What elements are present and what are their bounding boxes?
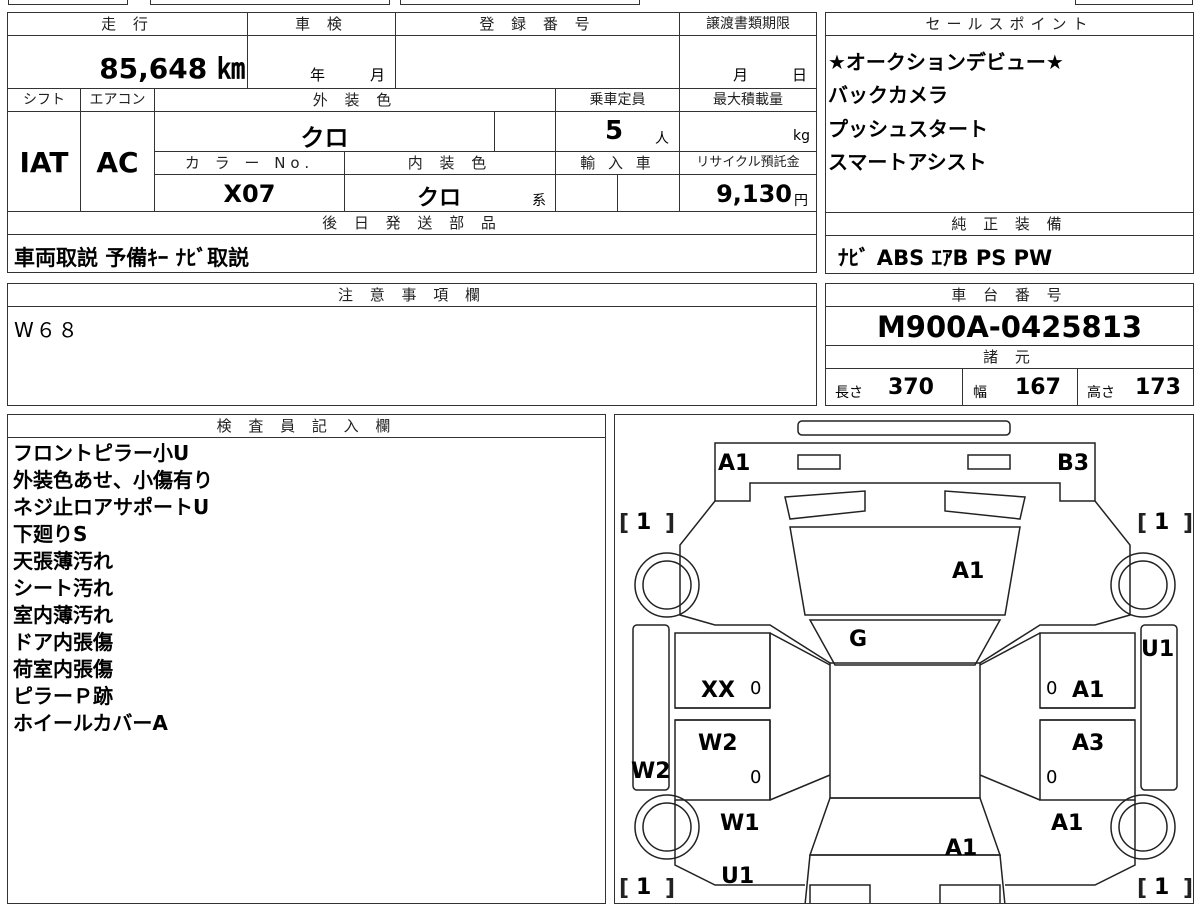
inspection-label: 車 検 bbox=[295, 15, 348, 33]
svg-text:]: ] bbox=[1183, 876, 1193, 901]
damage-mark-door-front-left: XX bbox=[701, 678, 735, 703]
inspector-line: ホイールカバーA bbox=[13, 711, 168, 735]
inspector-line: フロントピラー小U bbox=[13, 441, 190, 465]
ac-label: エアコン bbox=[89, 92, 146, 108]
zero-mark: 0 bbox=[750, 767, 762, 788]
later-parts-value: 車両取説 予備ｷｰ ﾅﾋﾞ取説 bbox=[14, 246, 250, 270]
damage-mark-hood: A1 bbox=[952, 559, 985, 584]
equipment-label: 純 正 装 備 bbox=[951, 215, 1068, 233]
svg-text:]: ] bbox=[665, 876, 675, 901]
color-no-label: カ ラ ー No. bbox=[184, 154, 315, 172]
sales-point-item: バックカメラ bbox=[828, 83, 948, 107]
mileage-value: 85,648 ㎞ bbox=[99, 52, 245, 85]
damage-mark-front-left: A1 bbox=[718, 451, 751, 476]
tire-mark-rear-right: 1 bbox=[1154, 875, 1170, 900]
interior-color-value: クロ bbox=[416, 186, 461, 211]
sales-point-item: プッシュスタート bbox=[828, 117, 988, 141]
inspector-line: ネジ止ロアサポートU bbox=[13, 495, 210, 519]
specs-label: 諸 元 bbox=[983, 348, 1036, 366]
interior-color-label: 内 装 色 bbox=[407, 154, 493, 172]
interior-color-unit: 系 bbox=[532, 193, 546, 209]
inspector-line: 荷室内張傷 bbox=[13, 657, 113, 681]
notes-value: W６８ bbox=[14, 318, 80, 342]
height-label: 高さ bbox=[1087, 385, 1115, 401]
damage-mark-right-side: U1 bbox=[1141, 637, 1175, 662]
zero-mark: 0 bbox=[750, 678, 762, 699]
max-load-label: 最大積載量 bbox=[713, 92, 783, 108]
width-label: 幅 bbox=[973, 385, 987, 401]
inspector-line: ピラーＰ跡 bbox=[13, 684, 113, 708]
capacity-value: 5 bbox=[605, 116, 624, 146]
ac-value: AC bbox=[96, 146, 139, 179]
sales-point-item: スマートアシスト bbox=[828, 150, 987, 174]
inspector-line: シート汚れ bbox=[13, 576, 113, 600]
inspector-line: 天張薄汚れ bbox=[13, 549, 113, 573]
mileage-label: 走 行 bbox=[101, 15, 154, 33]
damage-mark-rear-left: W1 bbox=[720, 811, 760, 836]
exterior-color-label: 外 装 色 bbox=[312, 91, 398, 109]
recycle-label: リサイクル預託金 bbox=[696, 155, 800, 170]
later-parts-label: 後 日 発 送 部 品 bbox=[322, 214, 502, 232]
capacity-label: 乗車定員 bbox=[589, 92, 646, 108]
inspector-line: ドア内張傷 bbox=[13, 630, 113, 654]
inspector-label: 検 査 員 記 入 欄 bbox=[216, 417, 397, 435]
damage-mark-front-right: B3 bbox=[1057, 451, 1090, 476]
shift-value: IAT bbox=[19, 146, 69, 179]
chassis-number: M900A-0425813 bbox=[876, 310, 1143, 344]
length-value: 370 bbox=[888, 375, 934, 400]
damage-mark-windshield: G bbox=[849, 627, 868, 652]
import-label: 輸 入 車 bbox=[580, 154, 655, 172]
svg-text:]: ] bbox=[665, 511, 675, 536]
transfer-deadline-label: 譲渡書類期限 bbox=[706, 16, 790, 32]
svg-text:]: ] bbox=[1183, 511, 1193, 536]
zero-mark: 0 bbox=[1046, 678, 1058, 699]
color-no-value: X07 bbox=[223, 180, 276, 208]
notes-label: 注 意 事 項 欄 bbox=[337, 286, 487, 304]
transfer-month: 月 bbox=[733, 66, 749, 84]
capacity-unit: 人 bbox=[655, 131, 669, 147]
top-strip bbox=[0, 0, 1200, 6]
damage-mark-left-side: W2 bbox=[631, 759, 671, 784]
width-value: 167 bbox=[1015, 375, 1061, 400]
recycle-unit: 円 bbox=[794, 193, 808, 209]
damage-mark-door-rear-right: A3 bbox=[1072, 731, 1105, 756]
registration-label: 登 録 番 号 bbox=[479, 15, 596, 33]
inspection-year: 年 bbox=[310, 66, 326, 84]
svg-text:[: [ bbox=[619, 511, 629, 536]
svg-text:[: [ bbox=[1137, 876, 1147, 901]
zero-mark: 0 bbox=[1046, 767, 1058, 788]
tire-mark-rear-left: 1 bbox=[636, 875, 652, 900]
sales-points-label: セールスポイント bbox=[925, 15, 1094, 33]
length-label: 長さ bbox=[835, 385, 863, 401]
equipment-value: ﾅﾋﾞ ABS ｴｱB PS PW bbox=[838, 246, 1053, 270]
damage-mark-bottom-left: U1 bbox=[721, 864, 755, 889]
height-value: 173 bbox=[1135, 375, 1181, 400]
damage-mark-rear-center: A1 bbox=[945, 836, 978, 861]
inspector-line: 外装色あせ、小傷有り bbox=[13, 468, 213, 492]
chassis-label: 車 台 番 号 bbox=[951, 286, 1068, 304]
recycle-value: 9,130 bbox=[716, 180, 792, 208]
inspector-line: 下廻りS bbox=[13, 522, 88, 546]
transfer-day: 日 bbox=[792, 66, 808, 84]
svg-text:[: [ bbox=[619, 876, 629, 901]
tire-mark-front-left: 1 bbox=[636, 510, 652, 535]
car-diagram: [] [] [] [] bbox=[619, 420, 1193, 903]
damage-mark-door-front-right: A1 bbox=[1072, 678, 1105, 703]
inspector-notes: フロントピラー小U 外装色あせ、小傷有り ネジ止ロアサポートU 下廻りS 天張薄… bbox=[13, 440, 213, 737]
damage-mark-door-rear-left: W2 bbox=[698, 731, 738, 756]
inspection-month: 月 bbox=[370, 66, 386, 84]
shift-label: シフト bbox=[23, 92, 65, 108]
svg-text:[: [ bbox=[1137, 511, 1147, 536]
inspector-line: 室内薄汚れ bbox=[13, 603, 113, 627]
exterior-color-value: クロ bbox=[300, 124, 349, 152]
max-load-unit: kg bbox=[793, 128, 810, 144]
damage-mark-rear-right: A1 bbox=[1051, 811, 1084, 836]
sales-point-item: ★オークションデビュー★ bbox=[828, 50, 1064, 74]
tire-mark-front-right: 1 bbox=[1154, 510, 1170, 535]
car-diagram-box: [] [] [] [] bbox=[614, 414, 1194, 904]
